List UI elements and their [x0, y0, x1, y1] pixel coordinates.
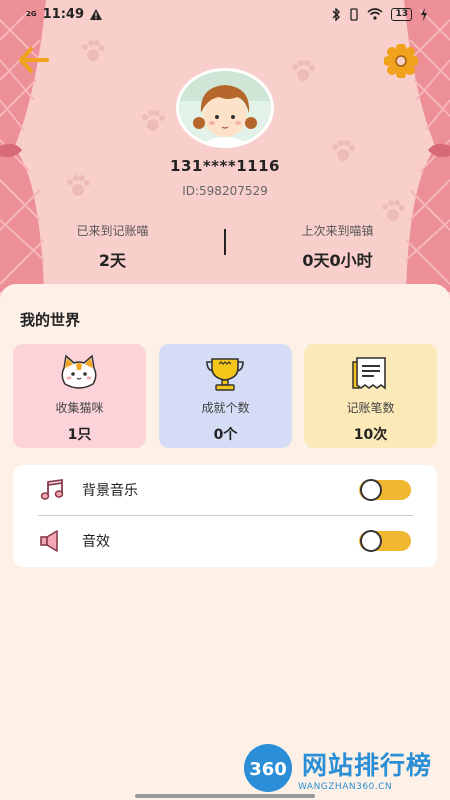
- cat-icon: [61, 354, 97, 389]
- days-stat: 已来到记账喵 2天: [0, 222, 225, 271]
- last-visit-label: 上次来到喵镇: [301, 224, 374, 238]
- paw-print-icon: [82, 40, 105, 61]
- world-panel: 我的世界 收集猫咪 1只 成就个数 0个 记账笔数 10次 背景音乐 音效: [0, 284, 450, 800]
- user-phone: 131****1116: [170, 157, 280, 175]
- paw-print-icon: [142, 110, 165, 131]
- entries-count-value: 10次: [353, 427, 388, 443]
- bluetooth-icon: [332, 7, 341, 21]
- sound-effects-toggle[interactable]: [359, 530, 411, 552]
- collected-cats-label: 收集猫咪: [55, 401, 104, 415]
- watermark: 360 网站排行榜 WANGZHAN360.CN: [240, 738, 450, 798]
- paw-print-icon: [292, 60, 315, 81]
- clock: 11:49: [42, 6, 85, 22]
- last-visit-value: 0天0小时: [302, 251, 373, 270]
- settings-list: 背景音乐 音效: [13, 465, 437, 567]
- warning-icon: [90, 8, 103, 20]
- status-bar: 2G 11:49 13: [0, 0, 450, 28]
- sound-effects-label: 音效: [82, 534, 110, 550]
- toggle-knob: [360, 530, 382, 552]
- entries-count-label: 记账笔数: [346, 401, 395, 415]
- gear-icon[interactable]: [384, 44, 418, 78]
- trophy-icon: [206, 358, 244, 391]
- music-note-icon: [40, 478, 64, 500]
- collected-cats-value: 1只: [67, 427, 92, 443]
- speaker-icon: [40, 530, 58, 552]
- days-label: 已来到记账喵: [76, 224, 149, 238]
- charging-icon: [421, 7, 427, 21]
- achievements-value: 0个: [213, 427, 238, 443]
- achievements-card[interactable]: 成就个数 0个: [159, 344, 292, 448]
- network-label: 2G: [26, 9, 37, 18]
- watermark-logo: 360: [244, 744, 292, 792]
- section-title: 我的世界: [20, 311, 81, 329]
- back-arrow-icon[interactable]: [18, 46, 50, 74]
- avatar[interactable]: [176, 68, 274, 148]
- last-visit-stat: 上次来到喵镇 0天0小时: [225, 222, 450, 271]
- receipt-icon: [352, 357, 386, 390]
- watermark-subtitle: WANGZHAN360.CN: [298, 782, 393, 792]
- entries-count-card[interactable]: 记账笔数 10次: [304, 344, 437, 448]
- background-music-row: 背景音乐: [13, 465, 437, 515]
- watermark-title: 网站排行榜: [302, 751, 433, 780]
- toggle-knob: [360, 479, 382, 501]
- days-value: 2天: [98, 251, 127, 270]
- vibrate-icon: [350, 7, 359, 21]
- home-indicator[interactable]: [135, 794, 315, 798]
- watermark-logo-text: 360: [249, 759, 287, 780]
- user-id: ID:598207529: [182, 184, 268, 198]
- background-music-label: 背景音乐: [82, 483, 138, 499]
- sound-effects-row: 音效: [13, 516, 437, 566]
- background-music-toggle[interactable]: [359, 479, 411, 501]
- avatar-illustration: [179, 71, 271, 145]
- achievements-label: 成就个数: [201, 401, 250, 415]
- wifi-icon: [367, 8, 383, 20]
- battery-level: 13: [391, 7, 412, 21]
- collected-cats-card[interactable]: 收集猫咪 1只: [13, 344, 146, 448]
